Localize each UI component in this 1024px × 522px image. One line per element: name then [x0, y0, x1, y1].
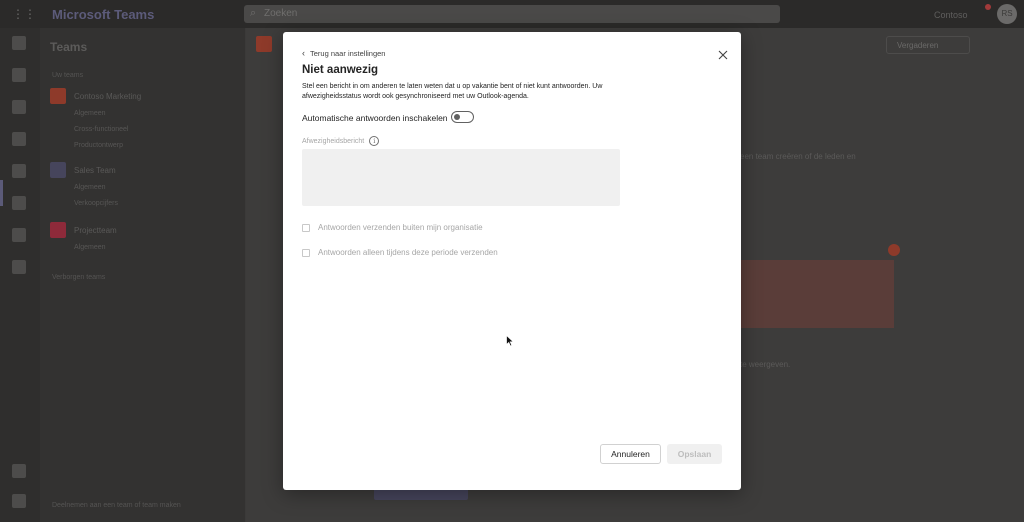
- app-rail: [0, 28, 40, 522]
- out-of-office-message-input[interactable]: [302, 149, 620, 206]
- team-name[interactable]: Projectteam: [74, 226, 117, 235]
- dialog-title: Niet aanwezig: [302, 64, 379, 76]
- chevron-left-icon: ‹: [302, 48, 305, 58]
- period-replies-label: Antwoorden alleen tijdens deze periode v…: [318, 248, 498, 257]
- hidden-teams-label[interactable]: Verborgen teams: [52, 274, 105, 281]
- team-name[interactable]: Contoso Marketing: [74, 92, 141, 101]
- rail-active-indicator: [0, 180, 3, 206]
- team-avatar: [50, 88, 66, 104]
- channel-item[interactable]: Algemeen: [74, 110, 106, 117]
- background-text: een team creëren of de leden en: [740, 152, 856, 161]
- channel-item[interactable]: Cross-functioneel: [74, 126, 128, 133]
- back-to-settings-link[interactable]: ‹ Terug naar instellingen: [302, 48, 386, 59]
- background-image: [740, 260, 894, 328]
- join-team-link[interactable]: Deelnemen aan een team of team maken: [52, 502, 181, 509]
- channel-item[interactable]: Algemeen: [74, 244, 106, 251]
- mouse-cursor-icon: [506, 335, 515, 347]
- external-replies-label: Antwoorden verzenden buiten mijn organis…: [318, 223, 483, 232]
- channel-avatar: [256, 36, 272, 52]
- message-field-label: Afwezigheidsbericht i: [302, 136, 380, 146]
- activity-icon[interactable]: [12, 36, 26, 50]
- close-button[interactable]: [715, 47, 731, 63]
- device-icon[interactable]: [12, 494, 26, 508]
- avatar[interactable]: RS: [997, 4, 1017, 24]
- teams-panel: Teams Uw teams Contoso Marketing Algemee…: [40, 28, 245, 522]
- calls-icon[interactable]: [12, 132, 26, 146]
- meet-button[interactable]: Vergaderen: [886, 36, 970, 54]
- background-text: te weergeven.: [740, 360, 791, 369]
- back-link-label: Terug naar instellingen: [310, 49, 386, 58]
- close-icon: [718, 50, 728, 60]
- apps-icon[interactable]: [12, 260, 26, 274]
- calendar-icon[interactable]: [12, 100, 26, 114]
- team-avatar: [50, 162, 66, 178]
- section-label: Uw teams: [52, 72, 84, 79]
- save-button[interactable]: Opslaan: [667, 444, 722, 464]
- cancel-button[interactable]: Annuleren: [600, 444, 661, 464]
- team-name[interactable]: Sales Team: [74, 166, 116, 175]
- org-name[interactable]: Contoso: [934, 10, 968, 20]
- external-replies-checkbox-row[interactable]: Antwoorden verzenden buiten mijn organis…: [302, 223, 483, 232]
- channel-item[interactable]: Algemeen: [74, 184, 106, 191]
- app-launcher-icon[interactable]: ⋮⋮: [12, 8, 36, 20]
- external-replies-checkbox[interactable]: [302, 223, 310, 232]
- chat-icon[interactable]: [12, 68, 26, 82]
- out-of-office-dialog: ‹ Terug naar instellingen Niet aanwezig …: [283, 32, 741, 490]
- channel-item[interactable]: Verkoopcijfers: [74, 200, 118, 207]
- search-icon: ⌕: [250, 7, 257, 19]
- channel-item[interactable]: Productontwerp: [74, 142, 123, 149]
- assignments-icon[interactable]: [12, 196, 26, 210]
- files-icon[interactable]: [12, 228, 26, 242]
- app-title: Microsoft Teams: [52, 7, 155, 22]
- search-placeholder: Zoeken: [264, 8, 298, 19]
- title-bar: ⋮⋮ Microsoft Teams ⌕ Zoeken Contoso RS: [0, 0, 1024, 28]
- toggle-knob: [454, 114, 460, 120]
- teams-panel-title: Teams: [50, 40, 88, 54]
- teams-icon[interactable]: [12, 164, 26, 178]
- info-icon[interactable]: i: [369, 136, 380, 146]
- notification-dot: [985, 4, 991, 10]
- period-replies-checkbox[interactable]: [302, 248, 310, 257]
- search-input[interactable]: ⌕ Zoeken: [244, 5, 780, 23]
- background-badge: [888, 244, 900, 256]
- team-avatar: [50, 222, 66, 238]
- help-icon[interactable]: [12, 464, 26, 478]
- auto-reply-toggle[interactable]: [451, 111, 474, 123]
- auto-reply-toggle-label: Automatische antwoorden inschakelen: [302, 113, 448, 123]
- dialog-description: Stel een bericht in om anderen te laten …: [302, 83, 603, 100]
- period-replies-checkbox-row[interactable]: Antwoorden alleen tijdens deze periode v…: [302, 248, 498, 257]
- message-label-text: Afwezigheidsbericht: [302, 137, 365, 145]
